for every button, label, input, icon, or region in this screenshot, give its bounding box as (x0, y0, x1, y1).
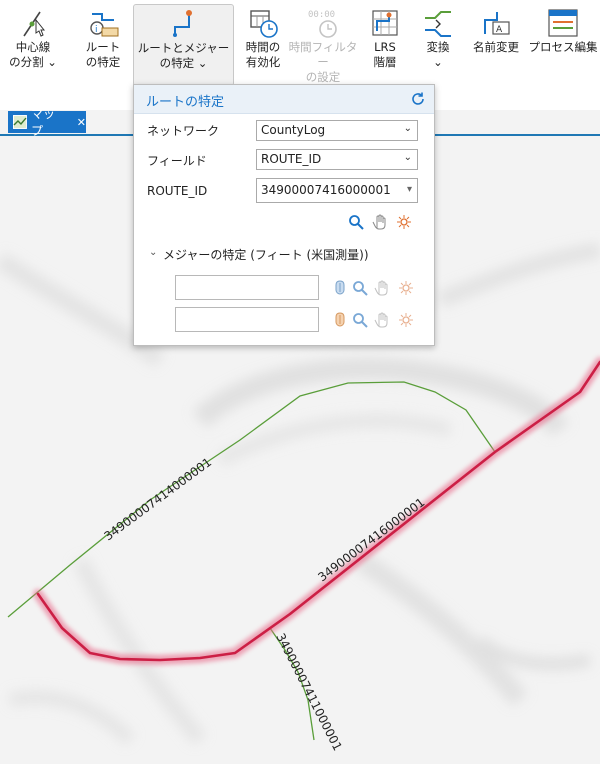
network-select[interactable]: CountyLog ⌄ (256, 120, 418, 141)
rename-label: 名前変更 (473, 40, 519, 54)
enable-time-icon (250, 10, 278, 38)
time-enable-label-2: 有効化 (245, 55, 281, 69)
time-filter-icon: 00:00 (308, 10, 337, 38)
flash-to-measure-icon[interactable] (398, 312, 414, 328)
flash-route-icon[interactable] (396, 214, 412, 230)
identify-route-button[interactable]: i ルート の特定 (74, 6, 132, 86)
zoom-to-measure-icon[interactable] (352, 312, 368, 328)
to-measure-input[interactable] (175, 307, 319, 332)
time-filter-button[interactable]: 00:00 時間フィルター の設定 (288, 6, 358, 86)
split-centerline-button[interactable]: 中心線 の分割 ⌄ (4, 6, 62, 86)
pan-from-measure-icon[interactable] (374, 280, 390, 296)
split-label-2: の分割 ⌄ (9, 55, 57, 69)
network-label: ネットワーク (147, 124, 220, 138)
identify-label-2: の特定 (85, 55, 121, 69)
pan-to-route-icon[interactable] (372, 214, 388, 230)
pin-blue-icon[interactable] (332, 280, 348, 296)
zoom-from-measure-icon[interactable] (352, 280, 368, 296)
split-label-1: 中心線 (15, 40, 51, 54)
svg-text:i: i (95, 25, 98, 35)
transform-icon (425, 11, 451, 37)
route-id-label: ROUTE_ID (147, 184, 208, 198)
rename-button[interactable]: A 名前変更 (466, 6, 526, 86)
identify-route-icon: i (90, 13, 119, 37)
field-select[interactable]: ROUTE_ID ⌄ (256, 149, 418, 170)
lrs-label-1: LRS (374, 40, 396, 54)
refresh-icon[interactable] (410, 91, 426, 107)
split-centerline-icon (23, 11, 46, 37)
pin-orange-icon[interactable] (332, 312, 348, 328)
chevron-down-icon: ⌄ (403, 152, 412, 163)
transform-button[interactable]: 変換 ⌄ (416, 6, 460, 86)
collapse-chevron-icon[interactable]: ⌄ (149, 247, 157, 258)
panel-title: ルートの特定 (146, 95, 225, 110)
route-id-value: 34900007416000001 (261, 183, 391, 197)
map-icon (13, 115, 27, 129)
lrs-hierarchy-button[interactable]: LRS 階層 (362, 6, 408, 86)
identify-label-1: ルート (85, 40, 121, 54)
time-filter-label-2: の設定 (305, 70, 341, 84)
pan-to-measure-icon[interactable] (374, 312, 390, 328)
process-edit-icon (548, 9, 578, 37)
tab-close-icon[interactable]: ✕ (77, 116, 86, 129)
transform-label-1: 変換 (426, 40, 450, 54)
lrs-label-2: 階層 (373, 55, 397, 69)
transform-label-2: ⌄ (433, 55, 443, 69)
from-measure-input[interactable] (175, 275, 319, 300)
flash-from-measure-icon[interactable] (398, 280, 414, 296)
route-measure-icon (172, 10, 192, 37)
svg-text:00:00: 00:00 (308, 10, 335, 20)
panel-header: ルートの特定 (134, 85, 434, 114)
time-enable-label-1: 時間の (245, 40, 281, 54)
time-filter-label-1: 時間フィルター (288, 40, 358, 69)
route-measure-label-1: ルートとメジャー (137, 41, 230, 55)
zoom-to-route-icon[interactable] (348, 214, 364, 230)
field-value: ROUTE_ID (261, 152, 322, 166)
route-id-combobox[interactable]: 34900007416000001 ▾ (256, 178, 418, 203)
identify-route-panel: ルートの特定 ネットワーク CountyLog ⌄ フィールド ROUTE_ID… (133, 84, 435, 346)
tab-map[interactable]: マップ ✕ (8, 107, 86, 138)
chevron-down-icon: ⌄ (403, 123, 412, 134)
enable-time-button[interactable]: 時間の 有効化 (238, 6, 288, 86)
tab-map-label: マップ (30, 107, 55, 138)
svg-text:A: A (496, 25, 503, 35)
network-value: CountyLog (261, 123, 326, 137)
rename-icon: A (484, 12, 510, 35)
process-edit-button[interactable]: プロセス編集 (528, 6, 598, 86)
identify-route-measure-button[interactable]: ルートとメジャー の特定 ⌄ (133, 4, 234, 86)
dropdown-arrow-icon: ▾ (406, 184, 412, 195)
field-label: フィールド (147, 154, 207, 168)
process-edit-label: プロセス編集 (528, 40, 598, 54)
measure-section-header[interactable]: メジャーの特定 (フィート (米国測量)) (163, 246, 369, 263)
route-measure-label-2: の特定 ⌄ (159, 56, 208, 70)
lrs-hierarchy-icon (372, 10, 398, 36)
